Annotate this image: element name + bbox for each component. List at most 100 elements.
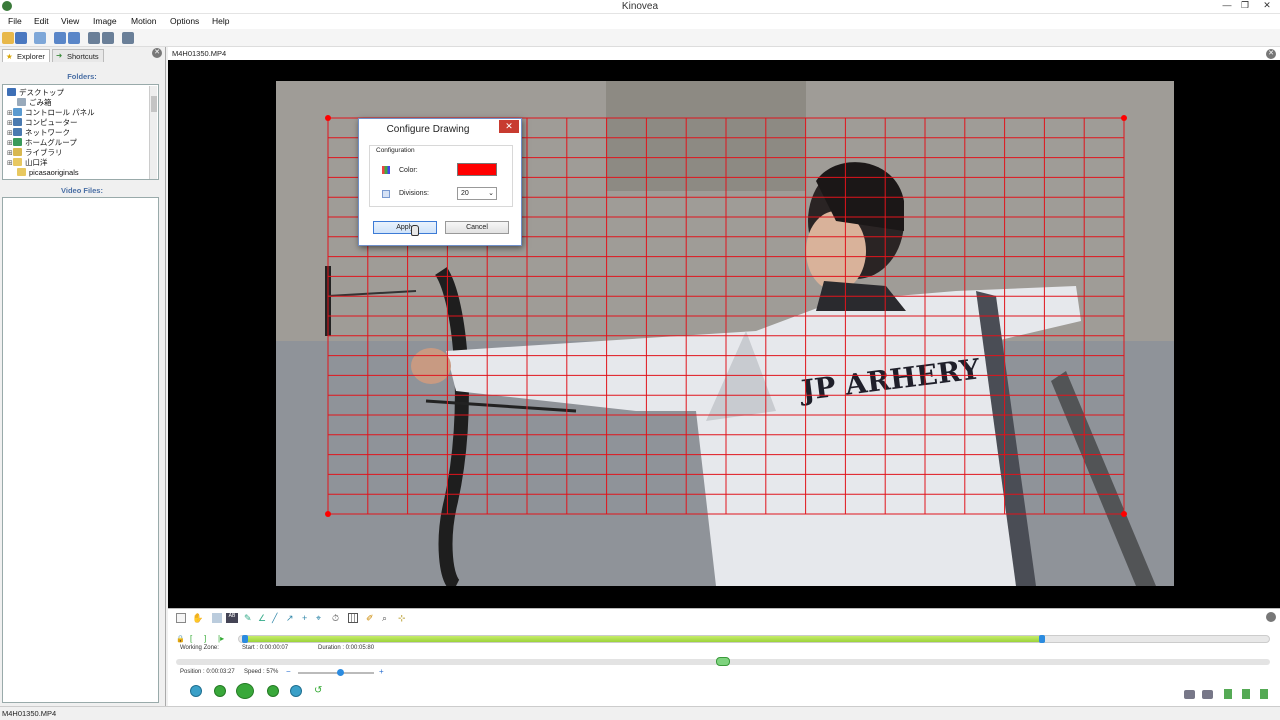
video-files-heading: Video Files:: [61, 186, 103, 195]
multi-snapshot-icon[interactable]: [1202, 690, 1213, 699]
menu-help[interactable]: Help: [212, 16, 229, 26]
explorer-panel: ★ Explorer ➜ Shortcuts ✕ Folders: デスクトップ…: [0, 47, 166, 706]
open-folder-icon[interactable]: [2, 32, 14, 44]
position-text: Position : 0:00:03:27: [180, 669, 235, 675]
tab-shortcuts-label: Shortcuts: [67, 52, 99, 61]
export-slideshow-icon[interactable]: [1242, 689, 1250, 699]
zone-start-text: Start : 0:00:00:07: [242, 645, 289, 651]
zone-end-button[interactable]: ]: [204, 634, 206, 643]
chrono-tool-icon[interactable]: ⏱: [332, 613, 339, 624]
close-video-icon[interactable]: ✕: [1266, 49, 1276, 59]
single-view-icon[interactable]: [54, 32, 66, 44]
speed-increase-button[interactable]: +: [379, 667, 384, 676]
working-zone-fill: [245, 636, 1045, 642]
arrow-tool-icon[interactable]: ↗: [286, 613, 294, 624]
video-file-name: M4H01350.MP4: [172, 49, 227, 58]
keyframe-tool-icon[interactable]: [212, 613, 222, 623]
save-icon[interactable]: [15, 32, 27, 44]
scroll-thumb[interactable]: [151, 96, 157, 112]
apply-button[interactable]: Apply: [373, 221, 437, 234]
label-tool-icon[interactable]: AB: [226, 613, 238, 623]
grid-handle-bottom-right[interactable]: [1121, 511, 1127, 517]
playback-panel: ✋ AB ✎ ∠ ╱ ↗ + ⌖ ⏱ ✐ ⌕ ⊹ 🔒 [ ] |▸ Workin…: [168, 608, 1280, 706]
pencil-tool-icon[interactable]: ✎: [244, 613, 252, 624]
dual-capture-icon[interactable]: [102, 32, 114, 44]
hand-tool-icon[interactable]: ✋: [192, 613, 203, 623]
close-panel-icon[interactable]: ✕: [152, 48, 162, 58]
zone-start-handle[interactable]: [242, 635, 248, 643]
grid-handle-top-right[interactable]: [1121, 115, 1127, 121]
speed-decrease-button[interactable]: −: [286, 667, 291, 676]
play-button[interactable]: [236, 683, 254, 699]
color-picker-icon[interactable]: ✐: [366, 613, 374, 624]
menu-image[interactable]: Image: [93, 16, 117, 26]
lock-icon[interactable]: 🔒: [176, 635, 185, 643]
cancel-button[interactable]: Cancel: [445, 221, 509, 234]
maximize-button[interactable]: ❐: [1236, 0, 1254, 12]
speed-slider-thumb[interactable]: [337, 669, 345, 676]
divisions-value: 20: [461, 190, 469, 197]
minimize-button[interactable]: —: [1218, 0, 1236, 12]
step-forward-button[interactable]: [267, 685, 279, 697]
mixed-view-icon[interactable]: [122, 32, 134, 44]
grid-handle-bottom-left[interactable]: [325, 511, 331, 517]
tab-explorer[interactable]: ★ Explorer: [2, 49, 50, 62]
mouse-cursor-icon: [411, 225, 419, 236]
tree-item-label: 山口洋: [25, 158, 48, 167]
export-paused-video-icon[interactable]: [1260, 689, 1268, 699]
menu-motion[interactable]: Motion: [131, 16, 157, 26]
color-swatch-button[interactable]: [457, 163, 497, 176]
video-file-tab[interactable]: M4H01350.MP4 ✕: [168, 47, 1280, 60]
position-track[interactable]: [176, 657, 1270, 666]
desktop-icon: [7, 88, 16, 96]
menu-file[interactable]: File: [8, 16, 22, 26]
loop-button[interactable]: ↺: [314, 685, 322, 696]
pointer-tool-icon[interactable]: [176, 613, 186, 623]
dual-view-icon[interactable]: [68, 32, 80, 44]
go-to-end-button[interactable]: [290, 685, 302, 697]
grid-handle-top-left[interactable]: [325, 115, 331, 121]
tree-item-label: ネットワーク: [25, 128, 70, 137]
tree-item-label: ホームグループ: [25, 138, 77, 147]
zone-end-handle[interactable]: [1039, 635, 1045, 643]
line-tool-icon[interactable]: ╱: [272, 613, 277, 624]
step-back-button[interactable]: [214, 685, 226, 697]
tab-shortcuts[interactable]: ➜ Shortcuts: [52, 49, 104, 62]
track-tool-icon[interactable]: ⌖: [316, 613, 321, 624]
go-to-start-button[interactable]: [190, 685, 202, 697]
tree-item-label: デスクトップ: [19, 88, 64, 97]
divisions-select[interactable]: 20 ⌄: [457, 187, 497, 200]
menu-view[interactable]: View: [61, 16, 79, 26]
zone-reset-button[interactable]: |▸: [218, 634, 224, 643]
dialog-close-button[interactable]: ✕: [499, 120, 519, 133]
folder-icon: [17, 168, 26, 176]
speed-slider[interactable]: [298, 669, 374, 676]
configure-drawing-dialog: Configure Drawing ✕ Configuration Color:…: [358, 118, 522, 246]
folder-scrollbar[interactable]: [149, 86, 157, 179]
grid-tool-icon[interactable]: [348, 613, 358, 623]
position-thumb[interactable]: [716, 657, 730, 666]
cross-tool-icon[interactable]: +: [302, 613, 307, 623]
capture-icon[interactable]: [88, 32, 100, 44]
coordinates-tool-icon[interactable]: ⊹: [398, 613, 406, 624]
explorer-toggle-icon[interactable]: [34, 32, 46, 44]
working-zone-track[interactable]: [238, 635, 1270, 643]
angle-tool-icon[interactable]: ∠: [258, 613, 266, 624]
control-panel-icon: [13, 108, 22, 116]
working-zone-label: Working Zone:: [180, 645, 219, 651]
zone-start-button[interactable]: [: [190, 634, 192, 643]
snapshot-icon[interactable]: [1184, 690, 1195, 699]
close-window-button[interactable]: ✕: [1256, 0, 1278, 12]
tree-item-picasaoriginals[interactable]: picasaoriginals: [17, 168, 79, 177]
chevron-down-icon: ⌄: [488, 190, 494, 197]
status-text: M4H01350.MP4: [2, 709, 57, 718]
tree-item-label: コントロール パネル: [25, 108, 95, 117]
expand-panel-icon[interactable]: [1266, 612, 1276, 622]
menu-options[interactable]: Options: [170, 16, 199, 26]
menu-edit[interactable]: Edit: [34, 16, 49, 26]
export-video-icon[interactable]: [1224, 689, 1232, 699]
tree-item-user[interactable]: ⊞ 山口洋: [7, 157, 48, 168]
magnifier-icon[interactable]: ⌕: [382, 613, 387, 624]
folder-tree[interactable]: デスクトップ ごみ箱 ⊞ コントロール パネル ⊞ コンピューター ⊞ ネットワーク …: [2, 84, 159, 180]
video-files-list[interactable]: [2, 197, 159, 703]
